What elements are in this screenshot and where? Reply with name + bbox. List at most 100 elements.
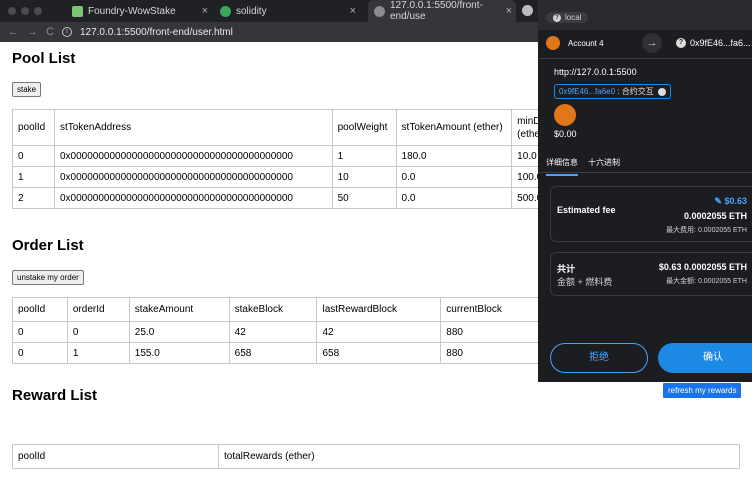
metamask-header: ? local <box>538 0 752 30</box>
table-row: 0 1 155.0 658 658 880 <box>12 342 572 364</box>
col-header: stakeAmount <box>128 297 230 322</box>
table-header-row: poolId orderId stakeAmount stakeBlock la… <box>12 297 572 322</box>
order-table: poolId orderId stakeAmount stakeBlock la… <box>12 297 572 364</box>
unstake-button[interactable]: unstake my order <box>12 270 84 285</box>
account-name: Account 4 <box>568 38 604 48</box>
tab-foundry-wowstake[interactable]: Foundry-WowStake × <box>72 0 212 22</box>
tab-solidity[interactable]: solidity × <box>220 0 360 22</box>
action-row: 拒绝 确认 <box>538 330 752 382</box>
cell: 0 <box>12 342 68 364</box>
cell: 0 <box>66 321 130 343</box>
cell: 0.0 <box>395 166 513 188</box>
fee-usd-value: $0.63 <box>724 196 747 206</box>
tab-label: 127.0.0.1:5500/front-end/use <box>390 0 483 22</box>
col-header: lastRewardBlock <box>316 297 442 322</box>
globe-icon <box>374 5 385 17</box>
reload-icon[interactable]: C <box>46 26 54 38</box>
cell: 155.0 <box>128 342 230 364</box>
tab-close-icon[interactable]: × <box>202 5 208 17</box>
refresh-rewards-button[interactable]: refresh my rewards <box>663 383 742 398</box>
cell: 1 <box>66 342 130 364</box>
max-fee: 最大费用: 0.0002055 ETH <box>666 227 747 234</box>
cell: 1 <box>12 166 55 188</box>
cell: 42 <box>228 321 318 343</box>
col-header: poolId <box>12 444 219 469</box>
cell: 0.0 <box>395 187 513 209</box>
url-field[interactable]: 127.0.0.1:5500/front-end/user.html <box>80 27 233 38</box>
table-row: 0 0x000000000000000000000000000000000000… <box>12 145 572 167</box>
contract-interaction-pill[interactable]: 0x9fE46...fa6e0 : 合约交互 <box>554 84 671 99</box>
recipient-icon: ? <box>676 38 686 48</box>
contract-interaction-label: : 合约交互 <box>615 87 654 96</box>
cell: 658 <box>228 342 318 364</box>
col-header: poolId <box>12 109 55 146</box>
tab-label: Foundry-WowStake <box>88 5 176 17</box>
table-row: 2 0x000000000000000000000000000000000000… <box>12 187 572 209</box>
recipient[interactable]: ? 0x9fE46...fa6... <box>676 38 751 48</box>
window-minimize-dot[interactable] <box>21 7 29 15</box>
max-total: 最大金额: 0.0002055 ETH <box>666 278 747 285</box>
total-card: 共计 金额 + 燃料费 $0.63 0.0002055 ETH 最大金额: 0.… <box>550 252 752 296</box>
table-header-row: poolId stTokenAddress poolWeight stToken… <box>12 109 572 146</box>
cell: 0x00000000000000000000000000000000000000… <box>53 145 333 167</box>
cell: 1 <box>331 145 397 167</box>
table-row: 0 0 25.0 42 42 880 <box>12 321 572 343</box>
extension-icon[interactable] <box>522 5 533 16</box>
total-value: $0.63 0.0002055 ETH <box>658 262 747 272</box>
network-label: local <box>565 13 582 22</box>
tab-close-icon[interactable]: × <box>350 5 356 17</box>
col-header: stTokenAddress <box>53 109 333 146</box>
col-header: stTokenAmount (ether) <box>395 109 513 146</box>
reward-table: poolId totalRewards (ether) <box>12 444 740 469</box>
estimated-fee-label: Estimated fee <box>557 205 616 215</box>
pool-list-title: Pool List <box>12 50 76 67</box>
tab-user-page[interactable]: 127.0.0.1:5500/front-end/use × <box>368 0 516 22</box>
chatgpt-icon <box>220 5 231 17</box>
foundry-icon <box>72 5 83 17</box>
col-header: totalRewards (ether) <box>218 444 740 469</box>
col-header: poolId <box>12 297 68 322</box>
tab-details[interactable]: 详细信息 <box>546 157 578 176</box>
forward-icon[interactable]: → <box>27 26 38 38</box>
order-list-title: Order List <box>12 237 84 254</box>
col-header: poolWeight <box>331 109 397 146</box>
tab-label: solidity <box>236 5 267 17</box>
col-header: stakeBlock <box>228 297 318 322</box>
cell: 658 <box>316 342 442 364</box>
stake-button[interactable]: stake <box>12 82 42 97</box>
divider <box>538 58 752 59</box>
recipient-address: 0x9fE46...fa6... <box>690 38 751 48</box>
site-info-icon[interactable]: i <box>61 27 72 37</box>
network-icon: ? <box>553 13 561 22</box>
col-header: orderId <box>66 297 130 322</box>
metamask-popup: ? local Account 4 → ? 0x9fE46...fa6... h… <box>538 0 752 382</box>
table-header-row: poolId totalRewards (ether) <box>12 444 740 469</box>
cell: 0 <box>12 321 68 343</box>
network-selector[interactable]: ? local <box>546 12 589 23</box>
account-selector[interactable]: Account 4 <box>546 36 604 50</box>
origin-url: http://127.0.0.1:5500 <box>554 67 637 77</box>
cell: 10 <box>331 166 397 188</box>
arrow-right-icon: → <box>642 33 662 53</box>
total-label: 共计 <box>557 264 576 274</box>
contract-address: 0x9fE46...fa6e0 <box>559 87 616 96</box>
estimated-fee-card: Estimated fee ✎ $0.63 0.0002055 ETH 最大费用… <box>550 186 752 242</box>
fee-usd[interactable]: ✎ $0.63 <box>714 196 747 207</box>
cell: 42 <box>316 321 442 343</box>
info-icon <box>657 87 666 96</box>
tab-hex[interactable]: 十六进制 <box>588 157 620 168</box>
account-avatar <box>546 36 560 50</box>
back-icon[interactable]: ← <box>8 26 19 38</box>
window-zoom-dot[interactable] <box>34 7 42 15</box>
confirm-button[interactable]: 确认 <box>658 343 752 373</box>
cell: 0x00000000000000000000000000000000000000… <box>53 187 333 209</box>
fee-eth: 0.0002055 ETH <box>683 211 747 221</box>
transaction-amount: $0.00 <box>554 129 577 139</box>
cell: 2 <box>12 187 55 209</box>
token-icon <box>554 104 576 126</box>
reject-button[interactable]: 拒绝 <box>550 343 648 373</box>
cell: 25.0 <box>128 321 230 343</box>
tab-close-icon[interactable]: × <box>506 5 512 17</box>
table-row: 1 0x000000000000000000000000000000000000… <box>12 166 572 188</box>
window-close-dot[interactable] <box>8 7 16 15</box>
